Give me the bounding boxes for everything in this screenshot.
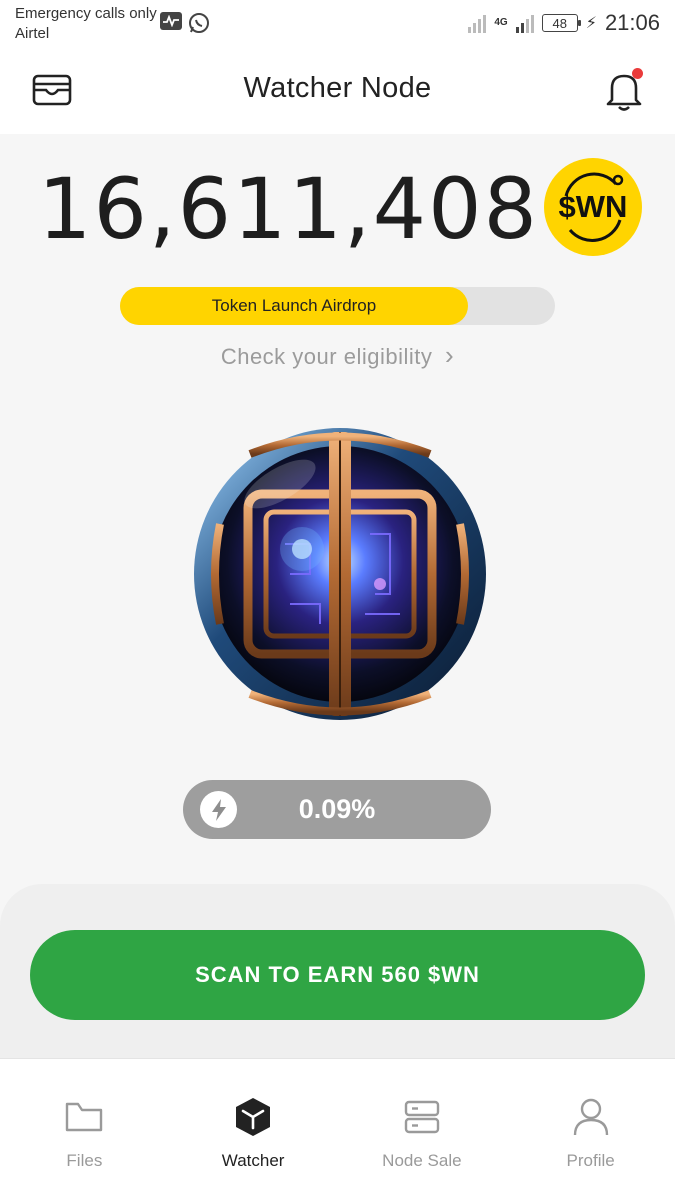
token-balance: 16,611,408 — [38, 160, 539, 258]
scan-to-earn-button[interactable]: SCAN TO EARN 560 $WN — [30, 930, 645, 1020]
signal-icon-2 — [515, 13, 534, 33]
wn-coin-logo: $WN — [544, 158, 642, 256]
carrier-name: Airtel — [15, 25, 50, 42]
nav-item-watcher[interactable]: Watcher — [169, 1059, 338, 1200]
watcher-orb-image[interactable] — [190, 424, 490, 724]
user-icon — [571, 1097, 611, 1137]
nav-label-watcher: Watcher — [221, 1151, 285, 1170]
emergency-text: Emergency calls only — [15, 5, 157, 22]
carrier-info: Emergency calls only Airtel — [15, 4, 157, 44]
scan-progress-pill: 0.09% — [183, 780, 491, 839]
bell-icon[interactable] — [603, 68, 645, 112]
nav-item-profile[interactable]: Profile — [506, 1059, 675, 1200]
check-eligibility-link[interactable]: Check your eligibility › — [0, 340, 675, 371]
charging-icon: ⚡ — [585, 15, 597, 32]
app-header: Watcher Node — [0, 48, 675, 134]
chevron-right-icon: › — [444, 340, 455, 370]
system-status: 4G 48 ⚡ 21:06 — [468, 10, 660, 36]
nav-label-files: Files — [66, 1151, 103, 1170]
signal-icon — [468, 13, 487, 33]
airdrop-progress-bar[interactable]: Token Launch Airdrop — [120, 287, 555, 325]
status-bar: Emergency calls only Airtel 4G 48 ⚡ 21:0… — [0, 0, 675, 48]
clock: 21:06 — [604, 10, 660, 35]
scan-percent: 0.09% — [298, 794, 376, 824]
nav-item-node-sale[interactable]: Node Sale — [338, 1059, 507, 1200]
eligibility-text: Check your eligibility — [220, 344, 433, 369]
scan-button-label: SCAN TO EARN 560 $WN — [195, 962, 480, 987]
whatsapp-icon — [188, 12, 210, 34]
notification-icons — [160, 12, 210, 34]
folder-icon — [64, 1097, 104, 1137]
battery-level: 48 — [552, 15, 567, 31]
notification-dot — [632, 68, 643, 79]
airdrop-progress-fill: Token Launch Airdrop — [120, 287, 468, 325]
nav-item-files[interactable]: Files — [0, 1059, 169, 1200]
nav-label-node-sale: Node Sale — [382, 1151, 462, 1170]
nav-label-profile: Profile — [566, 1151, 615, 1170]
bottom-navigation: Files Watcher Node Sale Profile — [0, 1058, 675, 1200]
cube-icon — [233, 1097, 273, 1137]
coin-symbol: $WN — [558, 189, 628, 224]
page-title: Watcher Node — [243, 72, 432, 104]
airdrop-label: Token Launch Airdrop — [211, 296, 377, 315]
activity-icon — [160, 12, 182, 30]
server-icon — [402, 1097, 442, 1137]
battery-icon: 48 — [541, 14, 581, 32]
network-type: 4G — [494, 17, 508, 28]
